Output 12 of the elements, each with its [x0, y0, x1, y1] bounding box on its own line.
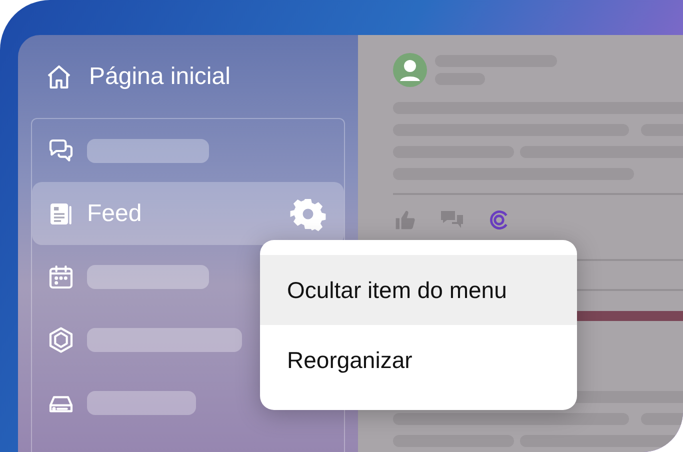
- hexagon-icon: [47, 326, 75, 354]
- home-label: Página inicial: [89, 62, 230, 92]
- nav-item-label: Feed: [87, 198, 143, 228]
- home-icon: [45, 62, 73, 90]
- thumbs-up-icon: [394, 209, 416, 231]
- home-nav-item[interactable]: Página inicial: [31, 35, 345, 118]
- spiral-icon: [488, 209, 510, 231]
- calendar-icon: [47, 262, 75, 290]
- menu-item[interactable]: Ocultar item do menu: [260, 255, 577, 325]
- menu-item[interactable]: Reorganizar: [260, 325, 577, 395]
- chat-bubbles-icon: [47, 136, 75, 164]
- avatar-icon: [393, 53, 427, 87]
